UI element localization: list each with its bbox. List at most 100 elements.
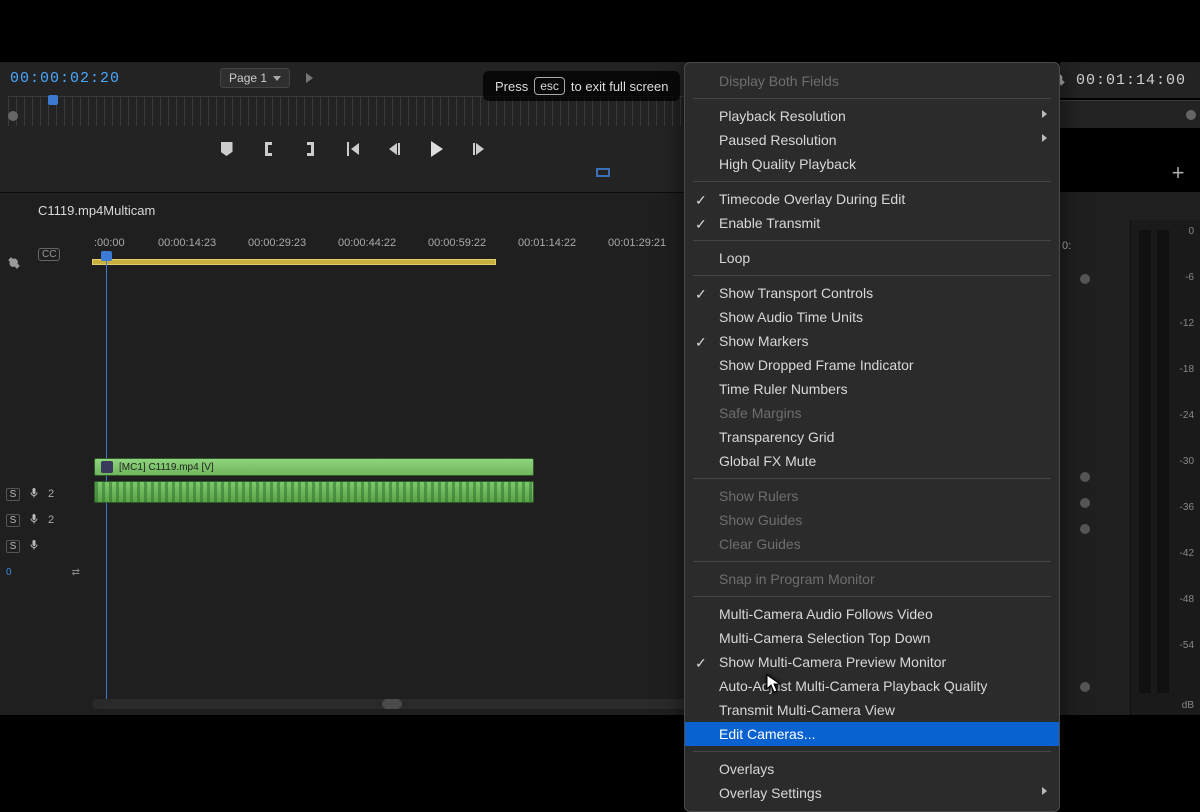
mic-icon[interactable] (28, 513, 40, 528)
menu-item[interactable]: Multi-Camera Audio Follows Video (685, 602, 1059, 626)
add-button[interactable]: + (1168, 164, 1188, 184)
mark-in-button[interactable] (260, 140, 278, 158)
menu-separator (693, 751, 1051, 752)
hint-post: to exit full screen (571, 79, 669, 94)
scroll-thumb[interactable] (382, 699, 402, 709)
cursor-icon (766, 674, 782, 694)
menu-item[interactable]: Enable Transmit✓ (685, 211, 1059, 235)
step-back-button[interactable] (386, 140, 404, 158)
marker-icon (221, 142, 233, 156)
go-to-in-button[interactable] (344, 140, 362, 158)
menu-item[interactable]: Overlay Settings (685, 781, 1059, 805)
submenu-arrow-icon (1042, 110, 1047, 118)
audio-track-head-2[interactable]: S 2 (0, 507, 88, 533)
keyframe-dot[interactable] (1080, 524, 1090, 534)
menu-item[interactable]: High Quality Playback (685, 152, 1059, 176)
audio-track-head-1[interactable]: S 2 (0, 481, 88, 507)
mic-icon[interactable] (28, 539, 40, 554)
check-icon: ✓ (695, 332, 707, 352)
add-marker-button[interactable] (218, 140, 236, 158)
mic-icon[interactable] (28, 487, 40, 502)
tick-4: 00:00:59:22 (428, 237, 486, 249)
check-icon: ✓ (695, 214, 707, 234)
menu-separator (693, 98, 1051, 99)
menu-separator (693, 275, 1051, 276)
meter-label: -36 (1180, 502, 1194, 513)
step-forward-button[interactable] (470, 140, 488, 158)
menu-item[interactable]: Global FX Mute (685, 449, 1059, 473)
meter-label: -12 (1180, 318, 1194, 329)
tick-2: 00:00:29:23 (248, 237, 306, 249)
program-scrub-ruler[interactable] (1060, 100, 1200, 128)
menu-item: Display Both Fields (685, 69, 1059, 93)
menu-item[interactable]: Auto-Adjust Multi-Camera Playback Qualit… (685, 674, 1059, 698)
menu-separator (693, 240, 1051, 241)
ruler-handle-right[interactable] (1186, 110, 1196, 120)
source-timecode[interactable]: 00:00:02:20 (10, 70, 120, 87)
safe-margins-toggle-icon[interactable] (596, 168, 610, 177)
menu-item[interactable]: Overlays (685, 757, 1059, 781)
transport-controls (0, 134, 705, 164)
program-timecode[interactable]: 00:01:14:00 (1076, 72, 1186, 89)
check-icon: ✓ (695, 653, 707, 673)
mini-playhead-icon[interactable] (48, 95, 58, 105)
menu-item[interactable]: Edit Cameras... (685, 722, 1059, 746)
chevron-down-icon (273, 76, 281, 81)
audio-meters: 0 -6 -12 -18 -24 -30 -36 -42 -48 -54 dB (1130, 220, 1200, 715)
meter-label: -42 (1180, 548, 1194, 559)
check-icon: ✓ (695, 284, 707, 304)
menu-item[interactable]: Timecode Overlay During Edit✓ (685, 187, 1059, 211)
solo-toggle[interactable]: S (6, 514, 20, 527)
sequence-tab[interactable]: C1119.mp4Multicam (28, 199, 165, 222)
timeline-playhead[interactable] (106, 251, 107, 705)
meter-label: 0 (1188, 226, 1194, 237)
meter-label: -24 (1180, 410, 1194, 421)
audio-track-head-3[interactable]: S (0, 533, 88, 559)
play-small-icon[interactable] (306, 73, 313, 83)
sync-zero: 0 (6, 567, 12, 578)
page-select[interactable]: Page 1 (220, 68, 290, 88)
menu-item[interactable]: Show Audio Time Units (685, 305, 1059, 329)
work-area-bar[interactable] (92, 259, 496, 265)
time-ruler[interactable]: :00:00 00:00:14:23 00:00:29:23 00:00:44:… (88, 235, 705, 259)
menu-item[interactable]: Transparency Grid (685, 425, 1059, 449)
menu-item[interactable]: Show Transport Controls✓ (685, 281, 1059, 305)
tc-column-label: 0: (1062, 240, 1071, 252)
menu-item[interactable]: Show Markers✓ (685, 329, 1059, 353)
audio-clip[interactable] (94, 481, 534, 503)
menu-item[interactable]: Loop (685, 246, 1059, 270)
keyframe-dot[interactable] (1080, 682, 1090, 692)
timeline-horizontal-scrollbar[interactable] (92, 699, 699, 709)
wrench-icon[interactable] (4, 253, 24, 273)
menu-item[interactable]: Multi-Camera Selection Top Down (685, 626, 1059, 650)
menu-item[interactable]: Playback Resolution (685, 104, 1059, 128)
play-button[interactable] (428, 140, 446, 158)
menu-separator (693, 181, 1051, 182)
meter-bar-left (1139, 230, 1151, 693)
mark-out-button[interactable] (302, 140, 320, 158)
menu-item[interactable]: Show Multi-Camera Preview Monitor✓ (685, 650, 1059, 674)
tick-1: 00:00:14:23 (158, 237, 216, 249)
captions-toggle[interactable]: CC (38, 248, 60, 261)
menu-item[interactable]: Transmit Multi-Camera View (685, 698, 1059, 722)
menu-separator (693, 596, 1051, 597)
menu-item[interactable]: Show Dropped Frame Indicator (685, 353, 1059, 377)
solo-toggle[interactable]: S (6, 540, 20, 553)
ruler-handle-left[interactable] (8, 111, 18, 121)
keyframe-dot[interactable] (1080, 472, 1090, 482)
sync-lock-row[interactable]: 0 ⇄ (0, 559, 88, 585)
video-clip[interactable]: [MC1] C1119.mp4 [V] (94, 458, 534, 476)
page-select-label: Page 1 (229, 71, 267, 85)
solo-toggle[interactable]: S (6, 488, 20, 501)
menu-item[interactable]: Paused Resolution (685, 128, 1059, 152)
play-icon (431, 141, 443, 157)
esc-key-icon: esc (534, 77, 565, 95)
meter-label: -30 (1180, 456, 1194, 467)
keyframe-dot[interactable] (1080, 274, 1090, 284)
menu-item[interactable]: Time Ruler Numbers (685, 377, 1059, 401)
menu-item: Clear Guides (685, 532, 1059, 556)
check-icon: ✓ (695, 190, 707, 210)
meter-bar-right (1157, 230, 1169, 693)
program-monitor-context-menu[interactable]: Display Both Fields Playback ResolutionPa… (684, 62, 1060, 812)
keyframe-dot[interactable] (1080, 498, 1090, 508)
